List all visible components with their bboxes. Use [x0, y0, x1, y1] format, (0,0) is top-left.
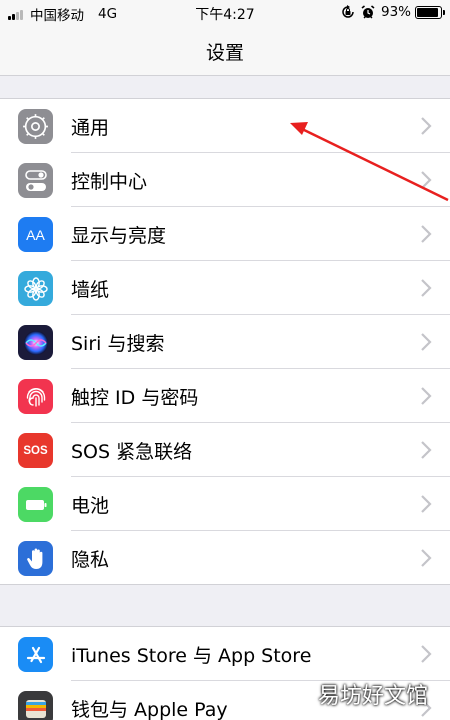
row-display-brightness[interactable]: AA 显示与亮度	[0, 207, 450, 261]
watermark: 易坊好文馆	[317, 684, 428, 709]
row-label: 隐私	[71, 549, 110, 571]
row-privacy[interactable]: 隐私	[0, 531, 450, 585]
row-siri-search[interactable]: Siri 与搜索	[0, 315, 450, 369]
row-label: 墙纸	[71, 279, 110, 301]
sos-icon: SOS	[18, 433, 53, 468]
flower-icon	[18, 271, 53, 306]
nav-bar: 设置	[0, 26, 450, 76]
battery-icon	[18, 487, 53, 522]
battery-icon	[415, 5, 445, 19]
fingerprint-icon	[18, 379, 53, 414]
battery-percent: 93%	[380, 4, 411, 20]
alarm-icon	[361, 5, 375, 19]
row-label: 通用	[71, 117, 110, 139]
chevron-right-icon	[421, 495, 432, 513]
row-label: 控制中心	[71, 171, 148, 193]
row-label: 触控 ID 与密码	[71, 387, 199, 409]
rotation-lock-icon	[342, 5, 354, 18]
page-title: 设置	[205, 42, 244, 64]
row-label: 电池	[71, 495, 110, 517]
toggles-icon	[18, 163, 53, 198]
row-itunes-app-store[interactable]: iTunes Store 与 App Store	[0, 627, 450, 681]
row-label: SOS 紧急联络	[71, 441, 193, 463]
row-label: 显示与亮度	[71, 225, 167, 247]
battery-fill	[417, 7, 439, 17]
settings-group-1: 通用 控制中心 AA 显示与亮度 墙纸 Siri 与搜索 触控 ID 与密码 S…	[0, 98, 450, 585]
gear-icon	[18, 109, 53, 144]
chevron-right-icon	[421, 225, 432, 243]
row-label: iTunes Store 与 App Store	[71, 645, 312, 667]
chevron-right-icon	[421, 333, 432, 351]
hand-icon	[18, 541, 53, 576]
row-wallpaper[interactable]: 墙纸	[0, 261, 450, 315]
chevron-right-icon	[421, 441, 432, 459]
row-emergency-sos[interactable]: SOS SOS 紧急联络	[0, 423, 450, 477]
status-right: 93%	[341, 4, 445, 20]
app-store-icon	[18, 637, 53, 672]
chevron-right-icon	[421, 387, 432, 405]
row-label: 钱包与 Apple Pay	[71, 699, 228, 720]
chevron-right-icon	[421, 171, 432, 189]
chevron-right-icon	[421, 279, 432, 297]
row-touch-id-passcode[interactable]: 触控 ID 与密码	[0, 369, 450, 423]
chevron-right-icon	[421, 117, 432, 135]
chevron-right-icon	[421, 645, 432, 663]
aa-icon: AA	[18, 217, 53, 252]
row-control-center[interactable]: 控制中心	[0, 153, 450, 207]
row-battery[interactable]: 电池	[0, 477, 450, 531]
status-bar: 中国移动 4G 下午4:27 93%	[0, 0, 450, 26]
siri-icon	[18, 325, 53, 360]
wallet-icon	[18, 691, 53, 720]
row-general[interactable]: 通用	[0, 99, 450, 153]
chevron-right-icon	[421, 549, 432, 567]
row-label: Siri 与搜索	[71, 333, 165, 355]
